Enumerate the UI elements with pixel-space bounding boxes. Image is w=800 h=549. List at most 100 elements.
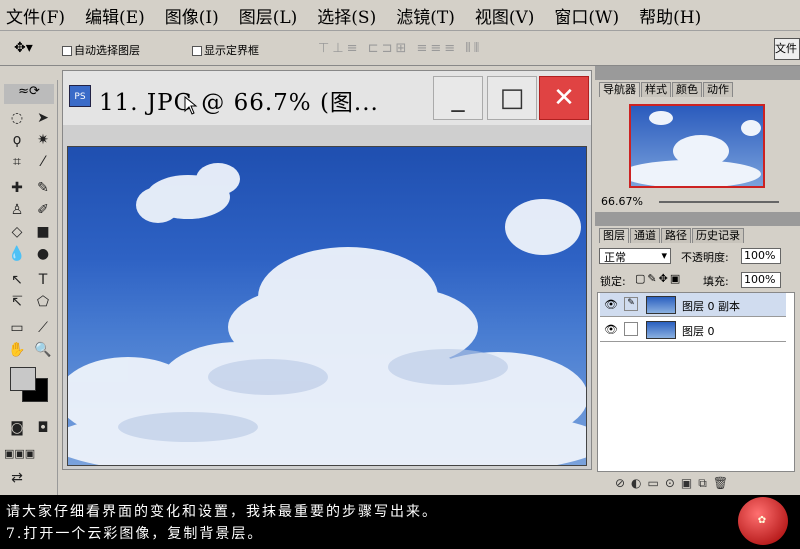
layers-tabs: 图层 通道 路径 历史记录 bbox=[599, 228, 745, 243]
dodge-icon[interactable]: ● bbox=[32, 244, 54, 264]
slice-icon[interactable]: ⁄ bbox=[32, 152, 54, 172]
minimize-button[interactable]: _ bbox=[433, 76, 483, 120]
layer-name: 图层 0 副本 bbox=[682, 300, 740, 313]
magic-wand-icon[interactable]: ✷ bbox=[32, 130, 54, 150]
tab-layers[interactable]: 图层 bbox=[599, 228, 629, 243]
caption-line-2: 7.打开一个云彩图像，复制背景层。 bbox=[6, 526, 264, 542]
layers-list: 👁 ✎ 图层 0 副本 👁 图层 0 bbox=[597, 292, 795, 472]
screen-mode-icons[interactable]: ▣▣▣ bbox=[4, 444, 35, 464]
imageready-icon[interactable]: ⇄ bbox=[6, 468, 28, 488]
stamp-icon[interactable]: ♙ bbox=[6, 200, 28, 220]
fill-label: 填充: bbox=[703, 275, 729, 288]
opacity-input[interactable]: 100% bbox=[741, 248, 781, 264]
caption-line-1: 请大家仔细看界面的变化和设置，我抹最重要的步骤写出来。 bbox=[6, 504, 438, 520]
auto-select-checkbox[interactable] bbox=[62, 46, 72, 56]
auto-select-label: 自动选择图层 bbox=[74, 44, 140, 57]
navigator-thumbnail bbox=[621, 111, 761, 188]
tab-navigator[interactable]: 导航器 bbox=[599, 82, 640, 97]
lock-label: 锁定: bbox=[600, 275, 626, 288]
lock-icons[interactable]: ▢✎✥▣ bbox=[635, 272, 682, 285]
align-icons[interactable]: ⊤⊥≡ ⊏⊐⊞ ≡≡≡ ⫴⫴ bbox=[318, 41, 482, 56]
toolbox: ≈⟳ ◌ ➤ ϙ ✷ ⌗ ⁄ ✚ ✎ ♙ ✐ ◇ ■ 💧 ● ↖ T ↸ ⬠ ▭… bbox=[0, 80, 58, 495]
close-button[interactable]: ✕ bbox=[539, 76, 589, 120]
show-bounds-checkbox[interactable] bbox=[192, 46, 202, 56]
show-bounds-option[interactable]: 显示定界框 bbox=[192, 42, 259, 58]
quick-mask-icon[interactable]: ◘ bbox=[32, 418, 54, 438]
type-icon[interactable]: T bbox=[32, 270, 54, 290]
pen-icon[interactable]: ↸ bbox=[6, 292, 28, 312]
layer-name: 图层 0 bbox=[682, 325, 715, 338]
eyedropper-icon[interactable]: ⟋ bbox=[32, 318, 54, 338]
hand-icon[interactable]: ✋ bbox=[6, 340, 28, 360]
document-icon: PS bbox=[69, 85, 91, 107]
link-box[interactable] bbox=[624, 322, 638, 336]
zoom-slider[interactable] bbox=[659, 201, 779, 203]
healing-icon[interactable]: ✚ bbox=[6, 178, 28, 198]
apple-logo: ✿ bbox=[738, 497, 788, 545]
menu-help[interactable]: 帮助(H) bbox=[639, 3, 701, 28]
maximize-button[interactable]: □ bbox=[487, 76, 537, 120]
tab-paths[interactable]: 路径 bbox=[661, 228, 691, 243]
right-panels: 导航器 样式 颜色 动作 66.67% 图层 通道 路径 历史记录 正常 ▾ 不透… bbox=[595, 66, 800, 495]
fill-input[interactable]: 100% bbox=[741, 272, 781, 288]
menu-file[interactable]: 文件(F) bbox=[6, 3, 65, 28]
foreground-color-front[interactable] bbox=[10, 367, 36, 391]
crop-icon[interactable]: ⌗ bbox=[6, 152, 28, 172]
standard-mode-icon[interactable]: ◙ bbox=[6, 418, 28, 438]
notes-icon[interactable]: ▭ bbox=[6, 318, 28, 338]
layer-thumbnail bbox=[646, 296, 676, 314]
options-bar: ✥▾ 自动选择图层 显示定界框 ⊤⊥≡ ⊏⊐⊞ ≡≡≡ ⫴⫴ 文件 bbox=[0, 32, 800, 66]
brush-link-icon[interactable]: ✎ bbox=[624, 297, 638, 311]
menu-view[interactable]: 视图(V) bbox=[475, 3, 535, 28]
menu-image[interactable]: 图像(I) bbox=[165, 3, 219, 28]
tab-styles[interactable]: 样式 bbox=[641, 82, 671, 97]
move-tool-icon[interactable]: ✥▾ bbox=[14, 40, 33, 56]
navigator-preview[interactable] bbox=[621, 104, 765, 188]
show-bounds-label: 显示定界框 bbox=[204, 44, 259, 57]
layer-row-copy[interactable]: 👁 ✎ 图层 0 副本 bbox=[600, 293, 786, 317]
eye-icon[interactable]: 👁 bbox=[604, 323, 618, 336]
layers-grip[interactable] bbox=[595, 212, 800, 226]
lasso-icon[interactable]: ϙ bbox=[6, 130, 28, 150]
mouse-cursor-icon bbox=[184, 96, 198, 115]
tab-color[interactable]: 颜色 bbox=[672, 82, 702, 97]
layer-panel-buttons[interactable]: ⊘◐▭⊙▣⧉🗑 bbox=[615, 476, 795, 492]
document-titlebar[interactable]: PS 11. JPG @ 66.7% (图... _ □ ✕ bbox=[63, 71, 591, 125]
menu-edit[interactable]: 编辑(E) bbox=[85, 3, 145, 28]
tab-actions[interactable]: 动作 bbox=[703, 82, 733, 97]
auto-select-option[interactable]: 自动选择图层 bbox=[62, 42, 140, 58]
blend-mode-value: 正常 bbox=[604, 251, 626, 264]
menu-window[interactable]: 窗口(W) bbox=[554, 3, 619, 28]
marquee-icon[interactable]: ◌ bbox=[6, 108, 28, 128]
menu-select[interactable]: 选择(S) bbox=[317, 3, 376, 28]
navigator-zoom[interactable]: 66.67% bbox=[601, 195, 643, 208]
gradient-icon[interactable]: ■ bbox=[32, 222, 54, 242]
path-select-icon[interactable]: ↖ bbox=[6, 270, 28, 290]
menu-bar: 文件(F) 编辑(E) 图像(I) 图层(L) 选择(S) 滤镜(T) 视图(V… bbox=[0, 0, 800, 31]
opacity-label: 不透明度: bbox=[681, 251, 729, 264]
document-window: PS 11. JPG @ 66.7% (图... _ □ ✕ bbox=[62, 70, 592, 470]
brush-icon[interactable]: ✎ bbox=[32, 178, 54, 198]
navigator-grip[interactable] bbox=[595, 66, 800, 80]
layer-thumbnail bbox=[646, 321, 676, 339]
eye-icon[interactable]: 👁 bbox=[604, 298, 618, 311]
navigator-tabs: 导航器 样式 颜色 动作 bbox=[599, 82, 734, 97]
layer-row-base[interactable]: 👁 图层 0 bbox=[600, 318, 786, 342]
move-icon[interactable]: ➤ bbox=[32, 108, 54, 128]
history-brush-icon[interactable]: ✐ bbox=[32, 200, 54, 220]
navigator-zoom-row: 66.67% bbox=[597, 195, 797, 209]
tab-history[interactable]: 历史记录 bbox=[692, 228, 744, 243]
blend-mode-select[interactable]: 正常 ▾ bbox=[599, 248, 671, 264]
shape-icon[interactable]: ⬠ bbox=[32, 292, 54, 312]
file-browser-field[interactable]: 文件 bbox=[774, 38, 800, 60]
blur-icon[interactable]: 💧 bbox=[6, 244, 28, 264]
menu-filter[interactable]: 滤镜(T) bbox=[396, 3, 455, 28]
toolbox-header-icon: ≈⟳ bbox=[4, 84, 54, 104]
zoom-icon[interactable]: 🔍 bbox=[32, 340, 54, 360]
eraser-icon[interactable]: ◇ bbox=[6, 222, 28, 242]
image-canvas[interactable] bbox=[67, 146, 587, 466]
tab-channels[interactable]: 通道 bbox=[630, 228, 660, 243]
document-title: 11. JPG @ 66.7% (图... bbox=[99, 90, 379, 116]
menu-layer[interactable]: 图层(L) bbox=[239, 3, 298, 28]
chevron-down-icon: ▾ bbox=[661, 249, 667, 262]
